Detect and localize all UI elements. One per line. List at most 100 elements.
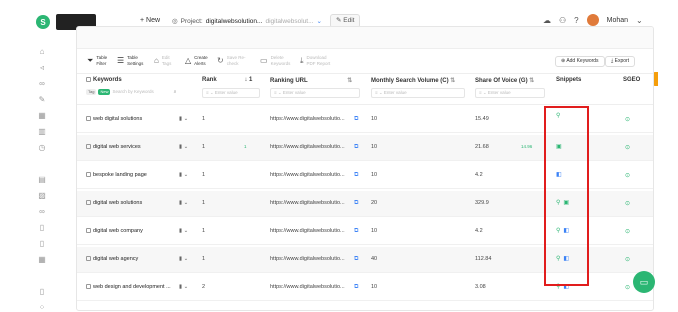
note-icon[interactable]: ▮ <box>179 172 182 178</box>
rank-filter-input[interactable]: ≡ ⌄ Enter value <box>202 88 260 98</box>
ranking-url[interactable]: https://www.digitalwebsolutio... <box>270 144 345 150</box>
url-filter-input[interactable]: ≡ ⌄ Enter value <box>270 88 360 98</box>
chevron-down-icon[interactable]: ⌄ <box>184 284 189 290</box>
help-icon[interactable]: ? <box>574 16 578 25</box>
external-link-icon[interactable]: ⧉ <box>354 200 358 206</box>
row-checkbox[interactable] <box>86 228 91 234</box>
clock-icon[interactable]: ◷ <box>38 144 46 152</box>
column-header-msv[interactable]: Monthly Search Volume (C) ⇅ <box>371 77 455 84</box>
column-header-snippets[interactable]: Snippets <box>556 77 581 83</box>
project-selector[interactable]: ◎ Project: digitalwebsolution... digital… <box>172 17 322 26</box>
edit-icon[interactable]: ✎ <box>38 96 46 104</box>
external-link-icon[interactable]: ⧉ <box>354 116 358 122</box>
note-icon[interactable]: ▮ <box>179 228 182 234</box>
external-link-icon[interactable]: ⧉ <box>354 256 358 262</box>
tool-table-settings[interactable]: ☰ Table Settings <box>117 55 147 66</box>
external-link-icon[interactable]: ⧉ <box>354 284 358 290</box>
ranking-url[interactable]: https://www.digitalwebsolutio... <box>270 172 345 178</box>
chat-icon[interactable]: ▭ <box>633 271 655 293</box>
select-all-checkbox[interactable] <box>86 77 91 82</box>
sort-icon[interactable]: ⇅ <box>347 78 352 84</box>
new-button[interactable]: + New <box>140 17 160 24</box>
export-button[interactable]: ⤓ Export <box>605 56 636 67</box>
sgeo-status-icon[interactable]: ⊙ <box>625 228 630 235</box>
row-checkbox[interactable] <box>86 284 91 290</box>
chevron-down-icon[interactable]: ⌄ <box>184 256 189 262</box>
row-actions[interactable]: ▮ ⌄ <box>179 200 188 206</box>
row-checkbox[interactable] <box>86 200 91 206</box>
row-actions[interactable]: ▮ ⌄ <box>179 228 188 234</box>
sort-icon[interactable]: ↓ <box>244 77 247 83</box>
ranking-url[interactable]: https://www.digitalwebsolutio... <box>270 228 345 234</box>
user-name[interactable]: Mohan <box>607 17 628 24</box>
document-icon[interactable]: ▯ <box>38 224 46 232</box>
sgeo-status-icon[interactable]: ⊙ <box>625 172 630 179</box>
column-header-sgeo[interactable]: SGEO <box>623 77 640 83</box>
tool-create-alerts[interactable]: △ Create Alerts <box>185 55 210 66</box>
chevron-down-icon[interactable]: ⌄ <box>184 116 189 122</box>
msv-filter-input[interactable]: ≡ ⌄ Enter value <box>371 88 465 98</box>
chevron-down-icon[interactable]: ⌄ <box>184 172 189 178</box>
avatar[interactable] <box>586 14 599 26</box>
note-icon[interactable]: ▮ <box>179 256 182 262</box>
add-user-icon[interactable]: ⚇ <box>559 16 566 25</box>
links-icon[interactable]: ∞ <box>38 208 46 216</box>
external-link-icon[interactable]: ⧉ <box>354 144 358 150</box>
keyword-search-field[interactable]: Tag New Search by Keywords ⌕ <box>86 88 188 98</box>
megaphone-icon[interactable]: ◃ <box>38 64 46 72</box>
search-icon[interactable]: ⌕ <box>174 89 177 94</box>
add-keywords-button[interactable]: ⊕ Add Keywords <box>555 56 605 67</box>
sgeo-status-icon[interactable]: ⊙ <box>625 284 630 291</box>
tag-pill[interactable]: Tag <box>86 88 97 95</box>
ranking-url[interactable]: https://www.digitalwebsolutio... <box>270 116 345 122</box>
sgeo-status-icon[interactable]: ⊙ <box>625 200 630 207</box>
app-logo-icon[interactable]: S <box>36 15 50 29</box>
row-checkbox[interactable] <box>86 144 91 150</box>
grid-icon[interactable]: ▦ <box>38 112 46 120</box>
sgeo-status-icon[interactable]: ⊙ <box>625 116 630 123</box>
tool-edit-tags[interactable]: ⌂ Edit Tags <box>154 55 174 66</box>
row-actions[interactable]: ▮ ⌄ <box>179 172 188 178</box>
sgeo-status-icon[interactable]: ⊙ <box>625 144 630 151</box>
row-actions[interactable]: ▮ ⌄ <box>179 116 188 122</box>
file-icon[interactable]: ▯ <box>38 288 46 296</box>
note-icon[interactable]: ▮ <box>179 284 182 290</box>
sov-filter-input[interactable]: ≡ ⌄ Enter value <box>475 88 545 98</box>
chevron-down-icon[interactable]: ⌄ <box>184 228 189 234</box>
row-checkbox[interactable] <box>86 256 91 262</box>
note-icon[interactable]: ▮ <box>179 200 182 206</box>
ranking-url[interactable]: https://www.digitalwebsolutio... <box>270 256 345 262</box>
column-header-rank[interactable]: Rank ↓ 1 <box>202 77 252 83</box>
row-checkbox[interactable] <box>86 172 91 178</box>
home-icon[interactable]: ⌂ <box>38 48 46 56</box>
note-icon[interactable]: ▮ <box>179 116 182 122</box>
chevron-down-icon[interactable]: ⌄ <box>184 144 189 150</box>
tool-save-recheck[interactable]: ↻ Save Re-check <box>217 55 249 66</box>
column-header-ranking-url[interactable]: Ranking URL ⇅ <box>270 77 352 84</box>
row-checkbox[interactable] <box>86 116 91 122</box>
ranking-url[interactable]: https://www.digitalwebsolutio... <box>270 284 345 290</box>
table-icon[interactable]: ▦ <box>38 256 46 264</box>
tool-download-pdf[interactable]: ⤓ Download PDF Report <box>300 55 331 66</box>
report-icon[interactable]: ▯ <box>38 240 46 248</box>
sort-icon[interactable]: ⇅ <box>529 78 534 84</box>
image-icon[interactable]: ▨ <box>38 192 46 200</box>
column-header-keywords[interactable]: Keywords <box>86 77 122 83</box>
row-actions[interactable]: ▮ ⌄ <box>179 256 188 262</box>
external-link-icon[interactable]: ⧉ <box>354 228 358 234</box>
column-header-sov[interactable]: Share Of Voice (G) ⇅ <box>475 77 534 84</box>
chevron-down-icon[interactable]: ⌄ <box>184 200 189 206</box>
chevron-down-icon[interactable]: ⌄ <box>317 17 322 25</box>
row-actions[interactable]: ▮ ⌄ <box>179 144 188 150</box>
note-icon[interactable]: ▮ <box>179 144 182 150</box>
link-icon[interactable]: ∞ <box>38 80 46 88</box>
tool-table-filter[interactable]: ⏷ Table Filter <box>87 55 112 66</box>
chart-icon[interactable]: ▥ <box>38 128 46 136</box>
sgeo-status-icon[interactable]: ⊙ <box>625 256 630 263</box>
new-pill[interactable]: New <box>98 88 111 95</box>
sort-icon[interactable]: ⇅ <box>450 78 455 84</box>
chevron-down-icon[interactable]: ⌄ <box>636 16 643 25</box>
row-actions[interactable]: ▮ ⌄ <box>179 284 188 290</box>
external-link-icon[interactable]: ⧉ <box>354 172 358 178</box>
cloud-icon[interactable]: ☁ <box>543 16 551 25</box>
